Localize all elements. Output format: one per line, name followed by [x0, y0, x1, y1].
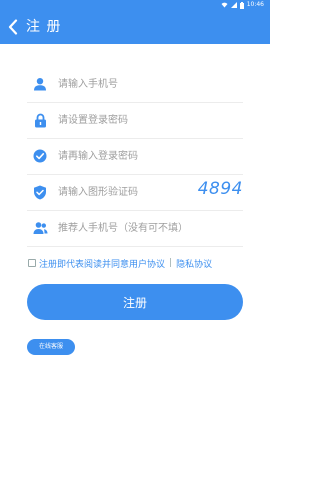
agreement-checkbox[interactable] — [28, 259, 36, 267]
status-icons: 10:46 — [221, 1, 264, 9]
referrer-row — [27, 211, 243, 247]
register-button[interactable]: 注册 — [27, 284, 243, 320]
confirm-password-input[interactable] — [58, 146, 208, 166]
chevron-left-icon — [8, 19, 18, 35]
phone-row — [27, 67, 243, 103]
captcha-code[interactable]: 4894 — [198, 179, 243, 199]
privacy-link[interactable]: 隐私协议 — [176, 257, 212, 270]
wifi-icon — [221, 2, 228, 8]
header-bar: 注 册 — [0, 10, 270, 44]
check-circle-icon — [32, 148, 48, 164]
shield-check-icon — [32, 184, 48, 200]
captcha-input[interactable] — [58, 182, 208, 202]
password-row — [27, 103, 243, 139]
register-form: 4894 — [27, 67, 243, 247]
captcha-row: 4894 — [27, 175, 243, 211]
user-agreement-link[interactable]: 注册即代表阅读并同意用户协议 — [39, 257, 165, 270]
page-title: 注 册 — [26, 19, 62, 35]
user-icon — [32, 76, 48, 92]
status-bar: 10:46 — [0, 0, 270, 10]
confirm-password-row — [27, 139, 243, 175]
status-time: 10:46 — [246, 1, 264, 8]
battery-icon — [239, 1, 244, 9]
lock-icon — [32, 112, 48, 128]
phone-input[interactable] — [58, 74, 208, 94]
back-button[interactable] — [4, 16, 22, 38]
agreement-separator: | — [169, 258, 173, 268]
users-icon — [32, 220, 48, 236]
password-input[interactable] — [58, 110, 208, 130]
agreement-row: 注册即代表阅读并同意用户协议 | 隐私协议 — [28, 257, 212, 270]
referrer-input[interactable] — [58, 218, 208, 238]
signal-icon — [230, 2, 237, 8]
online-service-button[interactable]: 在线客服 — [27, 339, 75, 355]
